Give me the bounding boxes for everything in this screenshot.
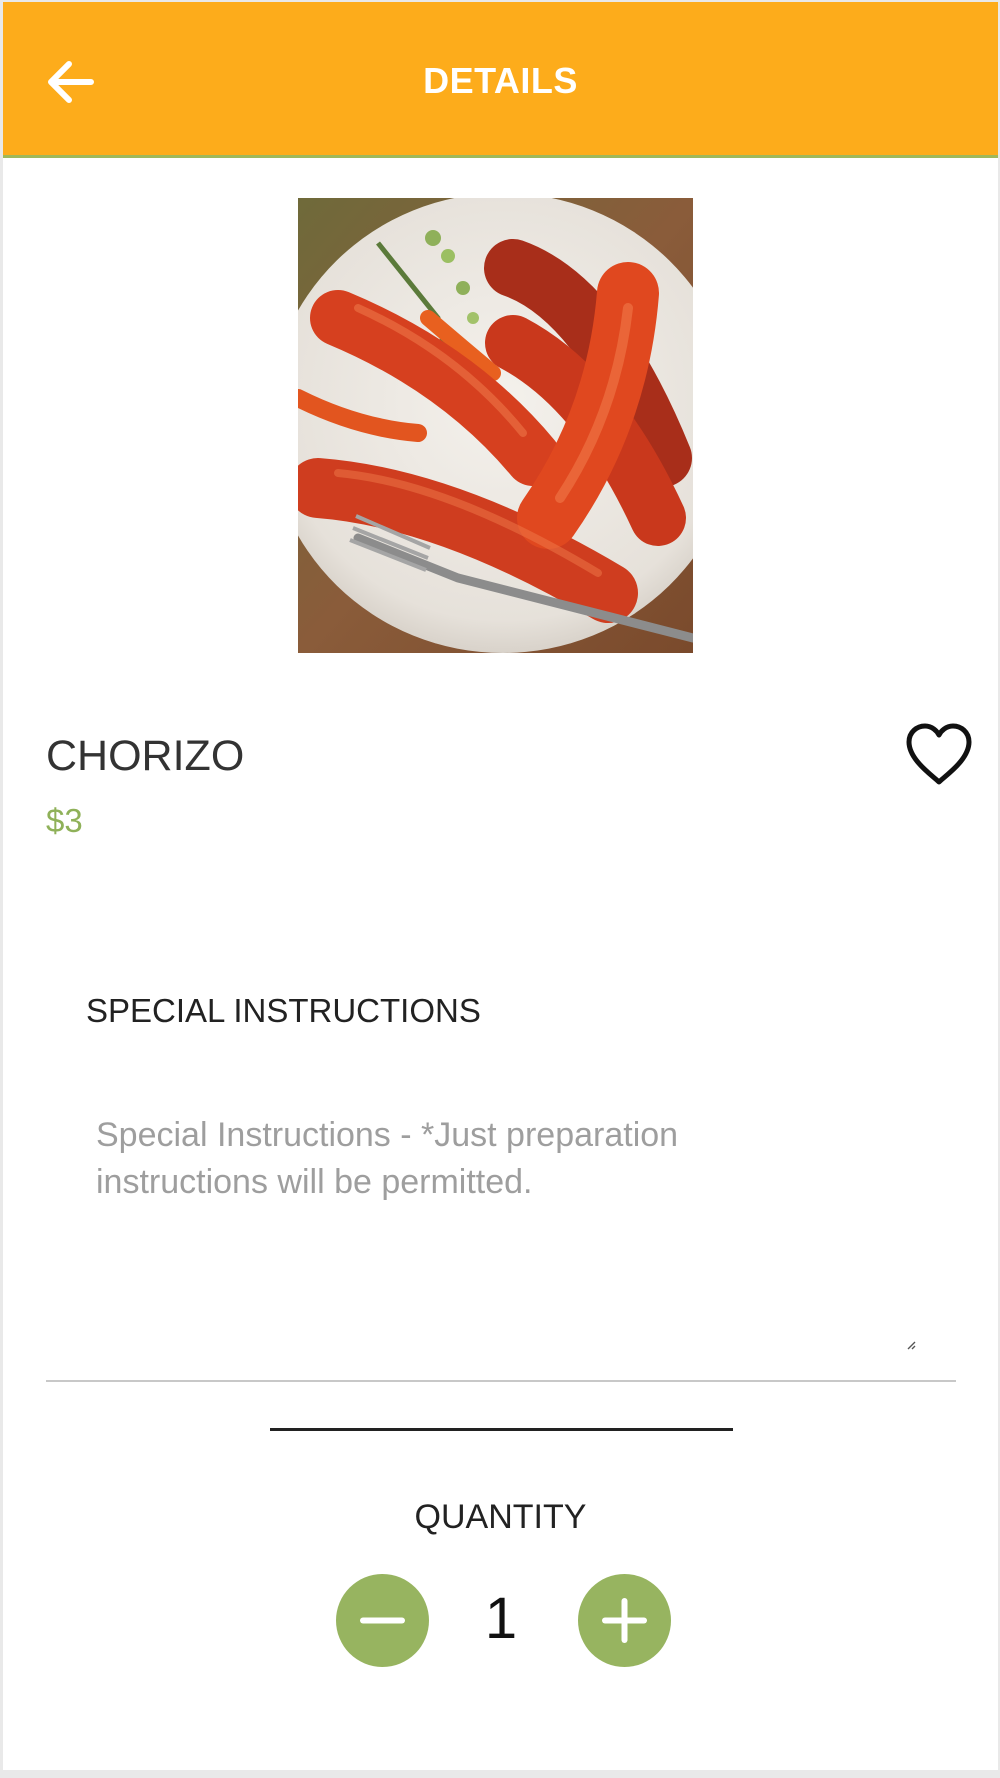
special-instructions-label: SPECIAL INSTRUCTIONS <box>86 992 481 1029</box>
page-title: DETAILS <box>423 60 578 101</box>
favorite-button[interactable] <box>903 722 975 788</box>
product-name: CHORIZO <box>46 732 245 780</box>
product-price: $3 <box>46 802 83 839</box>
increase-quantity-button[interactable] <box>578 1574 671 1667</box>
plus-icon <box>602 1598 647 1643</box>
special-instructions-placeholder: Special Instructions - *Just preparation… <box>96 1116 679 1201</box>
product-image <box>298 198 693 653</box>
minus-icon <box>360 1617 405 1624</box>
heart-outline-icon <box>906 723 972 785</box>
quantity-value: 1 <box>484 1586 518 1651</box>
details-screen: DETAILS CHORIZO $3 SPECIAL INSTRUCTIONS … <box>3 2 998 1770</box>
divider <box>270 1428 733 1431</box>
quantity-label: QUANTITY <box>414 1498 587 1536</box>
resize-grip-icon[interactable] <box>906 1340 916 1350</box>
app-bar: DETAILS <box>3 2 998 158</box>
special-instructions-input[interactable]: Special Instructions - *Just preparation… <box>46 1102 956 1382</box>
decrease-quantity-button[interactable] <box>336 1574 429 1667</box>
